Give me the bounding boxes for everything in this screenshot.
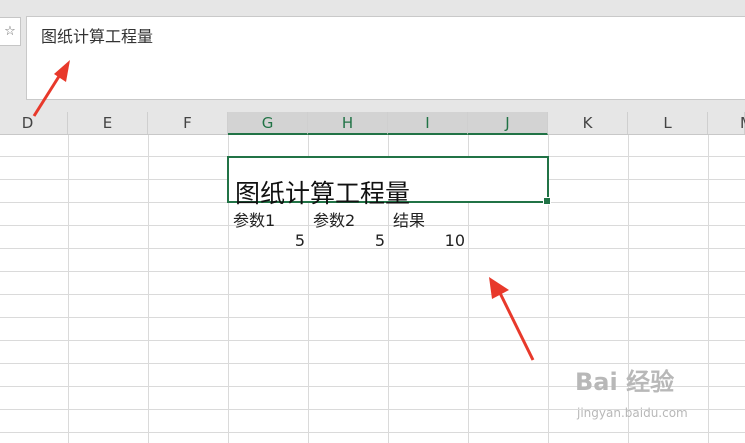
watermark: Bai 经验 jingyan.baidu.com	[575, 362, 740, 427]
arrow-to-formula-bar	[32, 60, 70, 117]
arrow-to-result-cell	[489, 277, 535, 361]
watermark-url: jingyan.baidu.com	[577, 406, 688, 420]
baidu-logo-text: Bai 经验	[575, 368, 675, 396]
